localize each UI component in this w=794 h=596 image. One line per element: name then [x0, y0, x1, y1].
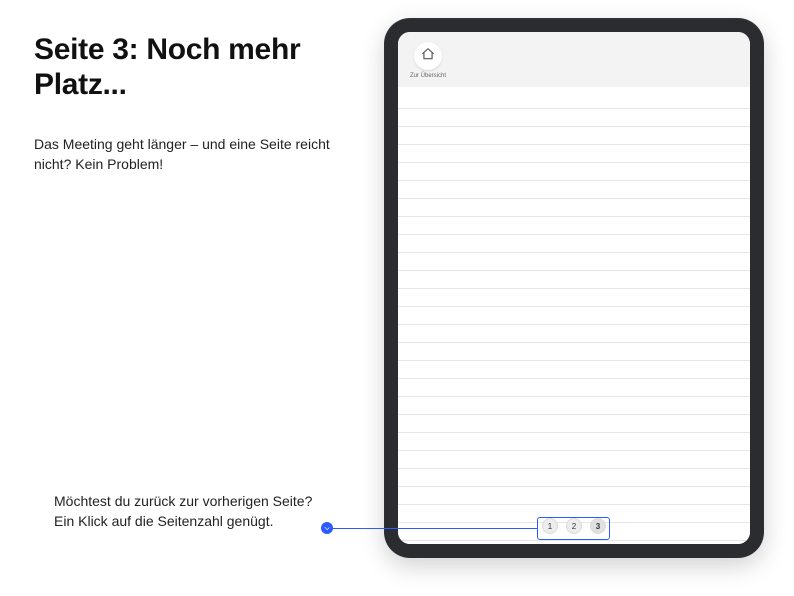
tablet-screen: Zur Übersicht 1 2 3: [398, 32, 750, 544]
callout-pointer-icon: [321, 522, 333, 534]
app-header: Zur Übersicht: [398, 32, 750, 87]
marketing-headline: Seite 3: Noch mehr Platz...: [34, 32, 344, 103]
note-page-lined[interactable]: 1 2 3: [398, 87, 750, 544]
page-chip-2[interactable]: 2: [566, 518, 582, 534]
home-button[interactable]: [414, 42, 442, 70]
marketing-subhead: Das Meeting geht länger – und eine Seite…: [34, 134, 334, 175]
home-icon: [421, 47, 435, 66]
tablet-frame: Zur Übersicht 1 2 3: [384, 18, 764, 558]
home-button-label: Zur Übersicht: [410, 73, 446, 79]
page-chip-1[interactable]: 1: [542, 518, 558, 534]
page-chip-3[interactable]: 3: [590, 518, 606, 534]
page-navigator: 1 2 3: [398, 514, 750, 538]
marketing-tip: Möchtest du zurück zur vorherigen Seite?…: [54, 491, 314, 532]
